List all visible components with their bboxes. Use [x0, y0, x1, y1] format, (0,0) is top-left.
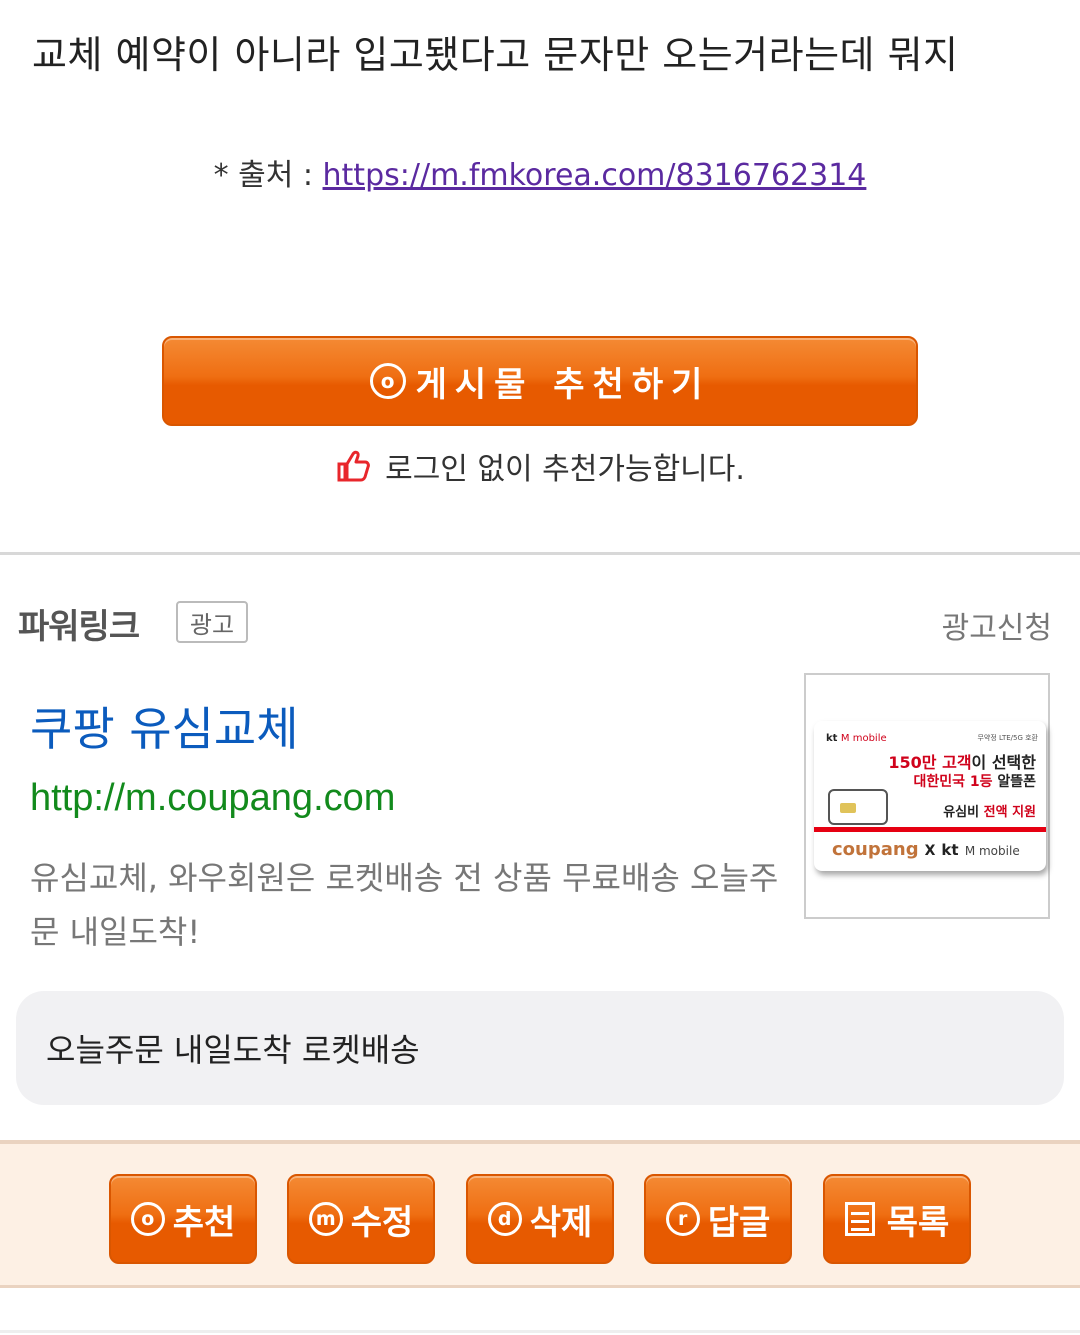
sim-red-bar [814, 827, 1046, 832]
edit-icon: m [308, 1202, 343, 1236]
bottom-divider [0, 1330, 1080, 1333]
ad-description: 유심교체, 와우회원은 로켓배송 전 상품 무료배송 오늘주문 내일도착! [30, 859, 779, 951]
thumbs-up-icon [337, 450, 370, 482]
action-label: 추천 [172, 1202, 236, 1243]
source-line: * 출처 : https://m.fmkorea.com/8316762314 [0, 150, 1080, 194]
ad-sublink[interactable]: 오늘주문 내일도착 로켓배송 [16, 991, 1064, 1105]
ad-badge: 광고 [176, 601, 248, 643]
action-label: 삭제 [529, 1202, 593, 1243]
sim-line2: 대한민국 1등 알뜰폰 [913, 774, 1036, 790]
delete-icon: d [487, 1202, 522, 1236]
ad-thumbnail[interactable]: kt M mobile 무약정 LTE/5G 호환 150만 고객이 선택한 대… [804, 673, 1050, 919]
sim-brand: kt M mobile [826, 733, 887, 744]
action-label: 수정 [350, 1202, 414, 1243]
recommend-label: 게시물 추천하기 [415, 364, 711, 405]
ad-title-link[interactable]: 쿠팡 유심교체 [30, 693, 299, 759]
sim-card-image: kt M mobile 무약정 LTE/5G 호환 150만 고객이 선택한 대… [814, 721, 1046, 871]
edit-button[interactable]: m 수정 [287, 1174, 435, 1264]
powerlink-ad-section: 파워링크 광고 광고신청 쿠팡 유심교체 http://m.coupang.co… [0, 555, 1080, 1140]
post-action-bar: o 추천 m 수정 d 삭제 r 답글 목록 [0, 1140, 1080, 1288]
list-button[interactable]: 목록 [823, 1174, 971, 1264]
sim-line1: 150만 고객이 선택한 [888, 753, 1036, 772]
no-login-text: 로그인 없이 추천가능합니다. [385, 452, 745, 487]
reply-icon: r [665, 1202, 700, 1236]
no-login-notice: 로그인 없이 추천가능합니다. [0, 444, 1080, 488]
list-icon [844, 1202, 875, 1236]
action-label: 답글 [707, 1202, 771, 1243]
post-text: 교체 예약이 아니라 입고됐다고 문자만 오는거라는데 뭐지 [32, 33, 959, 77]
recommend-post-button[interactable]: o 게시물 추천하기 [162, 336, 918, 426]
source-link[interactable]: https://m.fmkorea.com/8316762314 [323, 158, 867, 193]
sim-bottom-brands: coupang Xkt M mobile [832, 839, 1020, 860]
sim-compat: 무약정 LTE/5G 호환 [977, 734, 1038, 742]
recommend-circle-icon: o [369, 363, 406, 399]
post-body: 교체 예약이 아니라 입고됐다고 문자만 오는거라는데 뭐지 * 출처 : ht… [0, 0, 1080, 552]
reply-button[interactable]: r 답글 [644, 1174, 792, 1264]
powerlink-brand: 파워링크 [18, 607, 140, 647]
recommend-icon: o [130, 1202, 165, 1236]
recommend-button[interactable]: o 추천 [109, 1174, 257, 1264]
sim-chip-icon [828, 789, 888, 825]
ad-apply-link[interactable]: 광고신청 [942, 603, 1052, 647]
sim-line3: 유심비 전액 지원 [943, 805, 1036, 820]
delete-button[interactable]: d 삭제 [466, 1174, 614, 1264]
bottom-area [0, 1288, 1080, 1335]
source-prefix: * 출처 : [213, 158, 323, 193]
ad-url-link[interactable]: http://m.coupang.com [30, 777, 395, 820]
action-label: 목록 [886, 1202, 950, 1243]
